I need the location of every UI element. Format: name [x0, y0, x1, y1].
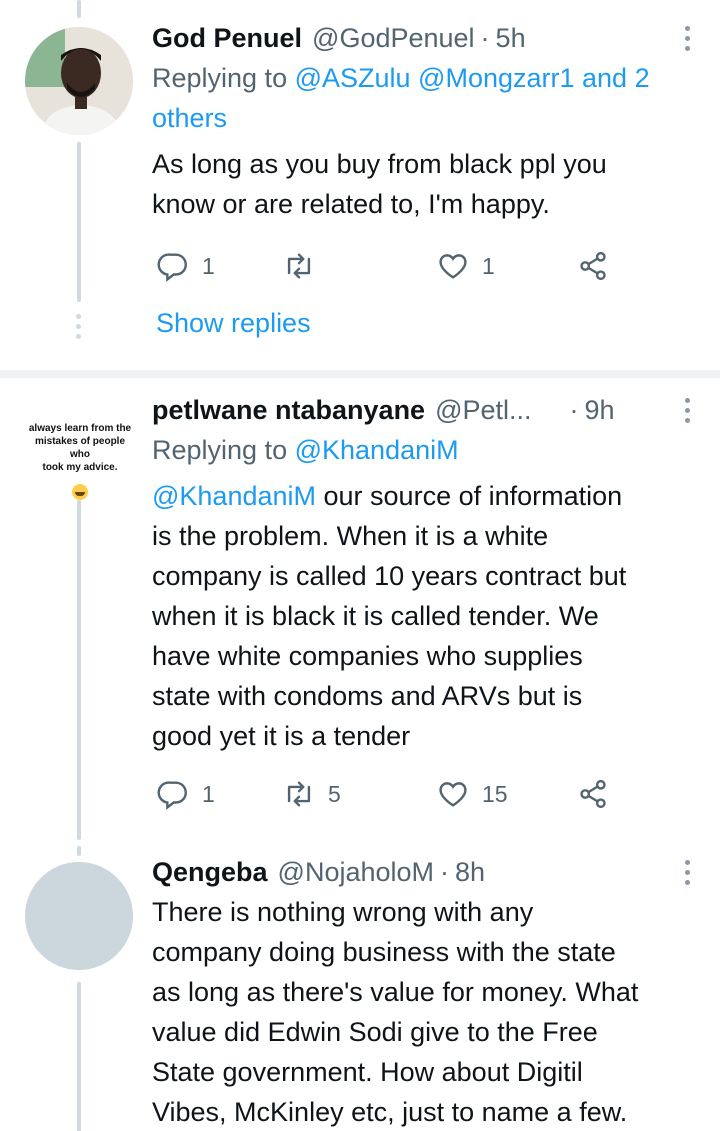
tweet-text-line: value did Edwin Sodi give to the Free — [152, 1017, 598, 1047]
tweet-qengeba[interactable]: Qengeba @NojaholoM · 8h There is nothing… — [0, 846, 720, 1131]
replying-label: Replying to — [152, 435, 288, 465]
tweet-text: @KhandaniM our source of information is … — [152, 476, 690, 756]
replying-to-users[interactable]: @KhandaniM — [295, 435, 459, 465]
thread-gap-dots — [76, 314, 82, 339]
retweet-count: 5 — [328, 780, 341, 807]
tweet-text-line: company doing business with the state — [152, 937, 616, 967]
avatar-meme-text: mistakes of people who — [34, 436, 126, 460]
tweet-text-line: Vibes, McKinley etc, just to name a few. — [152, 1097, 628, 1127]
avatar-meme-text: always learn from the — [28, 423, 132, 434]
thread-line — [77, 982, 81, 1131]
thread-line — [77, 500, 81, 840]
retweet-button[interactable]: 5 — [282, 777, 341, 811]
share-button[interactable] — [576, 249, 610, 283]
tweet-text-line: is the problem. When it is a white — [152, 521, 549, 551]
reply-icon — [157, 253, 187, 282]
tweet-text-line: State government. How about Digitil — [152, 1057, 583, 1087]
avatar-meme-text: took my advice. — [42, 462, 118, 473]
replying-to: Replying to @KhandaniM — [152, 430, 690, 470]
tweet-text-line: have white companies who supplies — [152, 641, 583, 671]
tweet-text: There is nothing wrong with any company … — [152, 892, 690, 1131]
tweet-text: As long as you buy from black ppl you kn… — [152, 144, 690, 224]
user-handle[interactable]: @GodPenuel — [312, 23, 475, 54]
tweet-header: Qengeba @NojaholoM · 8h — [152, 852, 690, 892]
share-icon — [580, 251, 606, 281]
more-options-icon[interactable] — [685, 26, 690, 51]
timestamp[interactable]: 8h — [455, 857, 485, 888]
retweet-icon — [287, 253, 311, 279]
tweet-text-line: know or are related to, I'm happy. — [152, 189, 550, 219]
tweet-text-line: as long as there's value for money. What — [152, 977, 639, 1007]
separator-dot: · — [480, 22, 490, 53]
replying-label: Replying to — [152, 63, 288, 93]
reply-button[interactable]: 1 — [156, 249, 215, 283]
more-options-icon[interactable] — [685, 860, 690, 885]
avatar[interactable] — [25, 862, 133, 970]
tweet-text-line: @KhandaniM our source of information — [152, 476, 690, 516]
section-divider — [0, 370, 720, 378]
tweet-text-line: state with condoms and ARVs but is — [152, 681, 583, 711]
tweet-header: petlwane ntabanyane @Petl... · 9h — [152, 390, 690, 430]
action-bar: 1 5 15 — [152, 774, 622, 814]
timestamp[interactable]: 5h — [496, 23, 526, 54]
share-icon — [580, 779, 606, 809]
separator-dot: · — [440, 856, 450, 887]
like-icon — [439, 782, 467, 807]
avatar-meme[interactable]: always learn from the mistakes of people… — [25, 422, 135, 504]
display-name[interactable]: God Penuel — [152, 23, 302, 54]
tweet-text-line: As long as you buy from black ppl you — [152, 149, 607, 179]
tweet-godpenuel[interactable]: God Penuel @GodPenuel · 5h Replying to @… — [0, 0, 720, 370]
like-button[interactable]: 1 — [436, 249, 495, 283]
thread-line — [77, 846, 81, 856]
retweet-button[interactable] — [282, 249, 328, 283]
thread-line — [77, 142, 81, 302]
separator-dot: · — [569, 394, 579, 425]
like-count: 1 — [482, 252, 495, 279]
tweet-petlwane[interactable]: always learn from the mistakes of people… — [0, 378, 720, 840]
reply-button[interactable]: 1 — [156, 777, 215, 811]
tweet-text-line: when it is black it is called tender. We — [152, 601, 599, 631]
tweet-text-line: company is called 10 years contract but — [152, 561, 627, 591]
user-handle[interactable]: @Petl... — [435, 395, 531, 426]
like-icon — [439, 254, 467, 279]
retweet-icon — [287, 781, 311, 807]
timestamp[interactable]: 9h — [585, 395, 615, 426]
reply-count: 1 — [202, 252, 215, 279]
display-name[interactable]: petlwane ntabanyane — [152, 395, 425, 426]
reply-count: 1 — [202, 780, 215, 807]
like-count: 15 — [482, 780, 508, 807]
tweet-text-fragment: our source of information — [316, 481, 623, 511]
avatar[interactable] — [25, 27, 133, 135]
more-options-icon[interactable] — [685, 398, 690, 423]
share-button[interactable] — [576, 777, 610, 811]
replying-to: Replying to @ASZulu @Mongzarr1 and 2 oth… — [152, 58, 690, 138]
action-bar: 1 1 — [152, 246, 622, 286]
like-button[interactable]: 15 — [436, 777, 508, 811]
laughing-emoji-icon — [72, 484, 88, 500]
tweet-text-line: There is nothing wrong with any — [152, 897, 534, 927]
avatar-photo — [25, 27, 133, 135]
mention-link[interactable]: @KhandaniM — [152, 481, 316, 511]
display-name[interactable]: Qengeba — [152, 857, 268, 888]
tweet-header: God Penuel @GodPenuel · 5h — [152, 18, 690, 58]
show-replies-link[interactable]: Show replies — [156, 308, 311, 339]
user-handle[interactable]: @NojaholoM — [278, 857, 434, 888]
reply-icon — [157, 781, 187, 810]
tweet-text-line: good yet it is a tender — [152, 721, 411, 751]
